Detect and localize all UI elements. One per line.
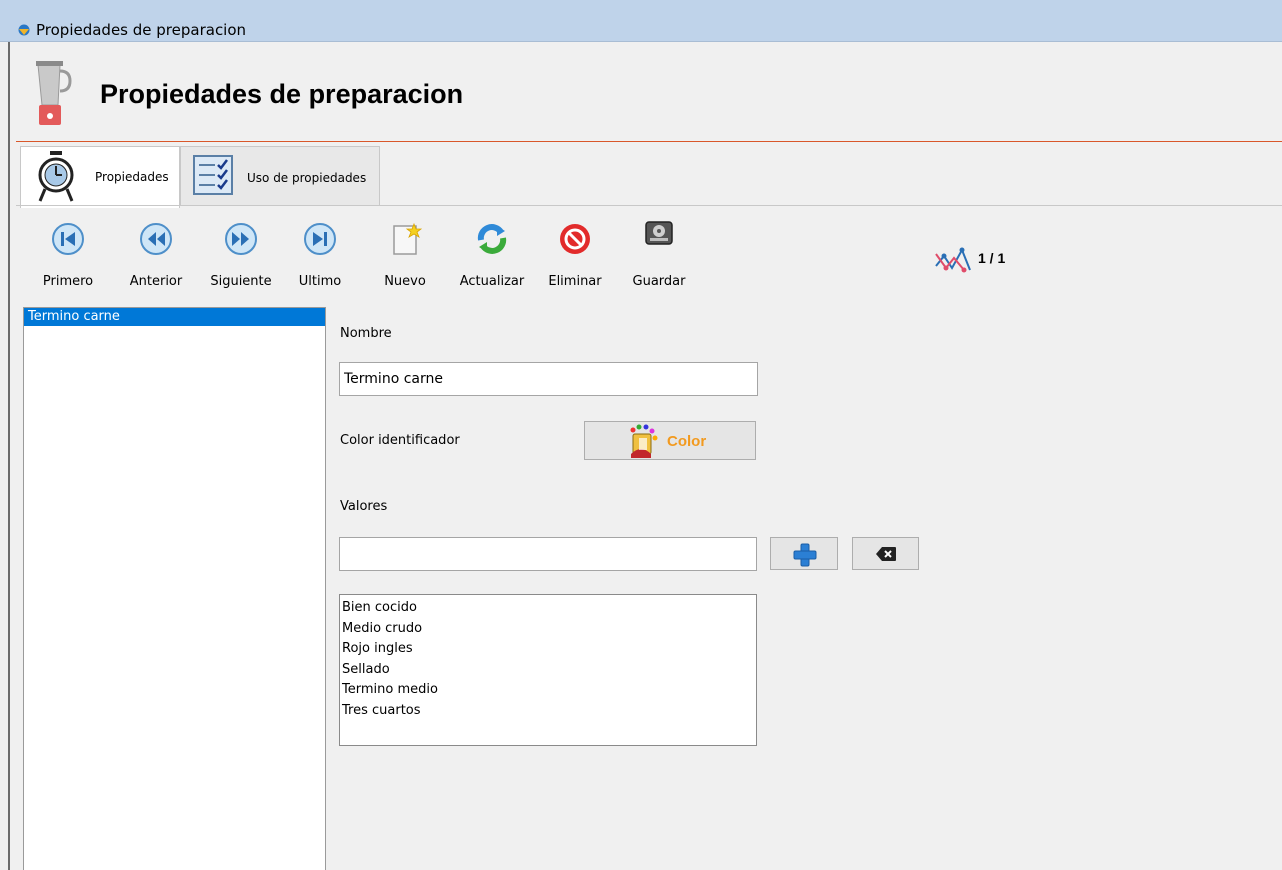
delete-icon [560,224,590,254]
timer-icon [38,151,74,202]
primero-button[interactable]: Primero [40,222,96,290]
blender-icon [36,61,72,125]
ultimo-button[interactable]: Ultimo [294,222,346,290]
list-item[interactable]: Rojo ingles [340,639,756,660]
page-title: Propiedades de preparacion [100,79,464,109]
add-value-button[interactable] [770,537,838,570]
valores-label: Valores [340,499,388,514]
last-record-icon [304,223,336,255]
valores-input[interactable] [339,537,757,571]
siguiente-button[interactable]: Siguiente [206,222,276,290]
first-record-icon [52,223,84,255]
new-document-icon [393,222,422,255]
guardar-button[interactable]: Guardar [628,221,690,290]
list-item[interactable]: Tres cuartos [340,701,756,722]
tab-label-uso: Uso de propiedades [247,171,367,185]
list-item[interactable]: Bien cocido [340,598,756,619]
records-chart-icon [935,247,971,273]
nuevo-button[interactable]: Nuevo [380,222,430,290]
remove-value-button[interactable] [852,537,919,570]
list-item[interactable]: Medio crudo [340,619,756,640]
previous-record-icon [140,223,172,255]
eliminar-label: Eliminar [548,274,602,289]
ultimo-label: Ultimo [298,274,342,289]
color-button-label: Color [667,433,707,450]
nuevo-label: Nuevo [384,274,426,289]
primero-label: Primero [42,274,94,289]
eliminar-button[interactable]: Eliminar [544,222,606,290]
guardar-label: Guardar [632,274,686,289]
paint-palette-icon [630,424,658,458]
refresh-icon [477,224,507,254]
anterior-button[interactable]: Anterior [124,222,188,290]
tabs-divider [16,205,1282,206]
window-title: Propiedades de preparacion [36,21,247,39]
nombre-input[interactable] [339,362,758,396]
color-identificador-label: Color identificador [340,433,460,448]
records-list[interactable]: Termino carne [23,307,326,870]
window-titlebar: Propiedades de preparacion [0,0,1282,42]
backspace-delete-icon [876,547,896,561]
plus-icon [793,543,817,567]
toolbar: Primero Anterior Siguiente Ultimo Nuevo [16,216,1282,296]
page-header: Propiedades de preparacion [10,43,1282,141]
tab-bar: Propiedades Uso de propiedades [16,142,1282,208]
save-disk-icon [645,221,673,245]
next-record-icon [225,223,257,255]
color-button[interactable]: Color [584,421,756,460]
nombre-label: Nombre [340,326,392,341]
app-icon [18,24,30,36]
list-item[interactable]: Termino medio [340,680,756,701]
checklist-icon [193,155,233,195]
actualizar-button[interactable]: Actualizar [454,222,530,290]
tab-label-propiedades: Propiedades [95,170,169,184]
record-counter-text: 1 / 1 [978,250,1006,266]
anterior-label: Anterior [129,274,183,289]
list-item[interactable]: Sellado [340,660,756,681]
values-list[interactable]: Bien cocido Medio crudo Rojo ingles Sell… [339,594,757,746]
window-left-border [8,42,10,870]
siguiente-label: Siguiente [210,274,272,289]
actualizar-label: Actualizar [459,274,525,289]
list-item[interactable]: Termino carne [24,308,325,326]
tab-propiedades[interactable]: Propiedades [20,146,180,208]
tab-uso-de-propiedades[interactable]: Uso de propiedades [180,146,380,206]
